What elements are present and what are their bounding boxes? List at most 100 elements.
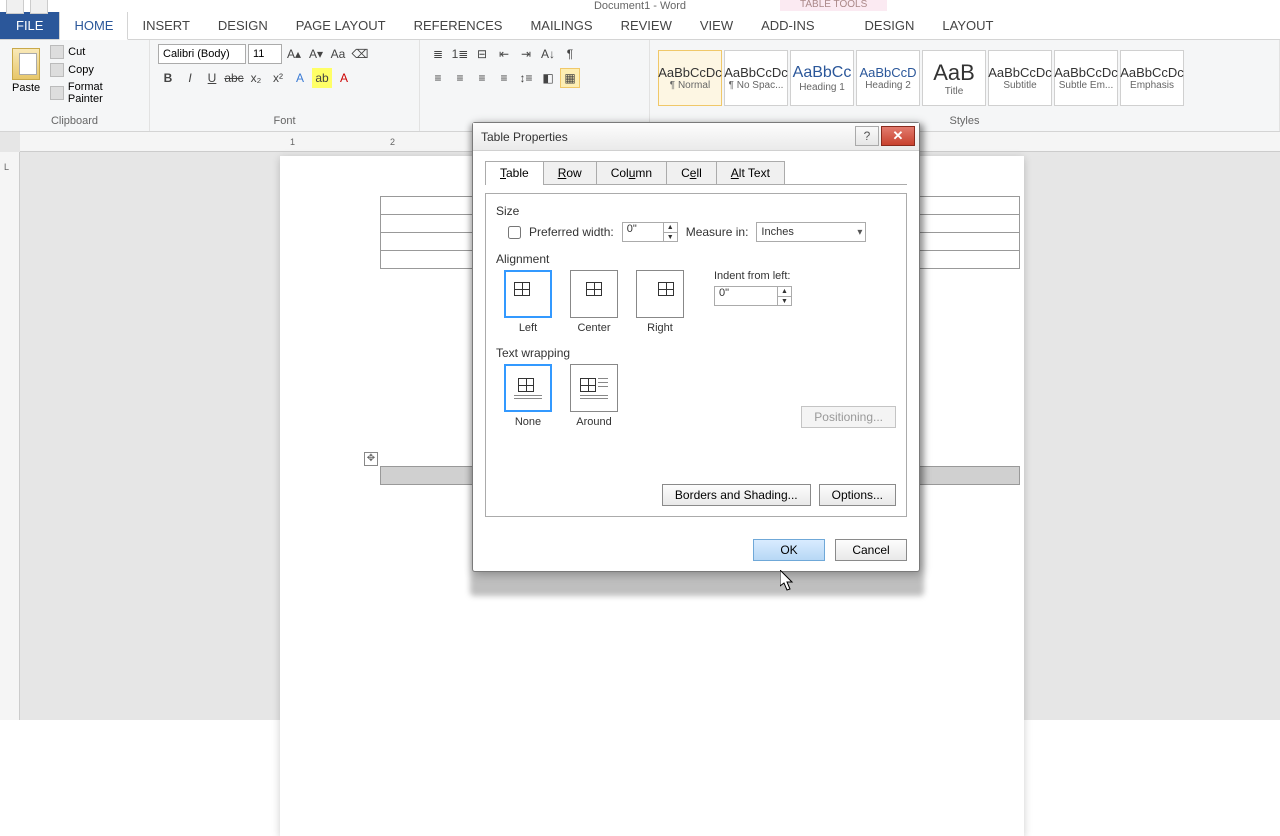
alignment-center-option[interactable] — [570, 270, 618, 318]
underline-button[interactable]: U — [202, 68, 222, 88]
font-size-select[interactable] — [248, 44, 282, 64]
tab-pagelayout[interactable]: PAGE LAYOUT — [282, 12, 400, 39]
bullets-icon[interactable]: ≣ — [428, 44, 448, 64]
measure-in-select[interactable]: Inches — [756, 222, 866, 242]
table-move-handle-icon[interactable]: ✥ — [364, 452, 378, 466]
borders-shading-button[interactable]: Borders and Shading... — [662, 484, 811, 506]
dialog-tabs: Table Row Column Cell Alt Text — [485, 161, 907, 185]
preferred-width-checkbox[interactable] — [508, 226, 521, 239]
tab-insert[interactable]: INSERT — [128, 12, 203, 39]
clear-format-icon[interactable]: ⌫ — [350, 44, 370, 64]
dialog-tab-alttext[interactable]: Alt Text — [716, 161, 785, 184]
show-marks-icon[interactable]: ¶ — [560, 44, 580, 64]
shrink-font-icon[interactable]: A▾ — [306, 44, 326, 64]
format-painter-button[interactable]: Format Painter — [48, 80, 141, 106]
style-item-7[interactable]: AaBbCcDcEmphasis — [1120, 50, 1184, 106]
justify-icon[interactable]: ≡ — [494, 68, 514, 88]
tab-tabletools-design[interactable]: DESIGN — [851, 12, 929, 39]
tab-home[interactable]: HOME — [59, 11, 128, 40]
size-section-label: Size — [496, 204, 896, 218]
dialog-titlebar[interactable]: Table Properties ? ✕ — [473, 123, 919, 151]
change-case-icon[interactable]: Aa — [328, 44, 348, 64]
measure-in-label: Measure in: — [686, 225, 749, 239]
decrease-indent-icon[interactable]: ⇤ — [494, 44, 514, 64]
tab-mailings[interactable]: MAILINGS — [516, 12, 606, 39]
table-properties-dialog: Table Properties ? ✕ Table Row Column Ce… — [472, 122, 920, 572]
quick-access-toolbar — [6, 0, 48, 14]
preferred-width-input[interactable]: 0" ▲▼ — [622, 222, 678, 242]
file-tab[interactable]: FILE — [0, 12, 59, 39]
spin-down-icon[interactable]: ▼ — [664, 233, 677, 242]
font-color-icon[interactable]: A — [334, 68, 354, 88]
style-item-4[interactable]: AaBTitle — [922, 50, 986, 106]
ruler-mark: 2 — [390, 137, 395, 147]
shading-icon[interactable]: ◧ — [538, 68, 558, 88]
alignment-left-option[interactable] — [504, 270, 552, 318]
highlight-icon[interactable]: ab — [312, 68, 332, 88]
font-name-select[interactable] — [158, 44, 246, 64]
vertical-ruler: L — [0, 152, 20, 720]
ruler-mark: 1 — [290, 137, 295, 147]
align-center-icon[interactable]: ≡ — [450, 68, 470, 88]
sort-icon[interactable]: A↓ — [538, 44, 558, 64]
wrapping-around-option[interactable] — [570, 364, 618, 412]
dialog-tab-cell[interactable]: Cell — [666, 161, 717, 184]
style-item-3[interactable]: AaBbCcDHeading 2 — [856, 50, 920, 106]
alignment-right-option[interactable] — [636, 270, 684, 318]
wrapping-section-label: Text wrapping — [496, 346, 896, 360]
save-icon[interactable] — [6, 0, 24, 14]
dialog-tab-table[interactable]: Table — [485, 161, 544, 184]
borders-icon[interactable]: ▦ — [560, 68, 580, 88]
wrapping-none-option[interactable] — [504, 364, 552, 412]
cut-icon — [50, 45, 64, 59]
paste-label: Paste — [12, 82, 40, 94]
bold-button[interactable]: B — [158, 68, 178, 88]
indent-from-left-input[interactable]: 0" ▲▼ — [714, 286, 792, 306]
multilevel-icon[interactable]: ⊟ — [472, 44, 492, 64]
clipboard-group-label: Clipboard — [8, 113, 141, 127]
dialog-close-button[interactable]: ✕ — [881, 126, 915, 146]
paste-icon — [12, 48, 40, 80]
style-item-5[interactable]: AaBbCcDcSubtitle — [988, 50, 1052, 106]
tab-tabletools-layout[interactable]: LAYOUT — [928, 12, 1007, 39]
tab-design[interactable]: DESIGN — [204, 12, 282, 39]
styles-gallery[interactable]: AaBbCcDc¶ NormalAaBbCcDc¶ No Spac...AaBb… — [658, 44, 1271, 112]
superscript-button[interactable]: x² — [268, 68, 288, 88]
style-item-0[interactable]: AaBbCcDc¶ Normal — [658, 50, 722, 106]
dialog-tab-column[interactable]: Column — [596, 161, 667, 184]
wrapping-none-label: None — [515, 416, 541, 428]
line-spacing-icon[interactable]: ↕≡ — [516, 68, 536, 88]
align-left-icon[interactable]: ≡ — [428, 68, 448, 88]
tab-references[interactable]: REFERENCES — [400, 12, 517, 39]
cancel-button[interactable]: Cancel — [835, 539, 907, 561]
spin-up-icon[interactable]: ▲ — [664, 223, 677, 233]
ok-button[interactable]: OK — [753, 539, 825, 561]
style-item-2[interactable]: AaBbCcHeading 1 — [790, 50, 854, 106]
dialog-panel: Size Preferred width: 0" ▲▼ Measure in: … — [485, 193, 907, 517]
copy-button[interactable]: Copy — [48, 62, 141, 78]
spin-down-icon[interactable]: ▼ — [778, 297, 791, 306]
options-button[interactable]: Options... — [819, 484, 896, 506]
ribbon-tabs: FILE HOME INSERT DESIGN PAGE LAYOUT REFE… — [0, 12, 1280, 40]
paste-button[interactable]: Paste — [8, 44, 44, 98]
align-right-icon[interactable]: ≡ — [472, 68, 492, 88]
cut-button[interactable]: Cut — [48, 44, 141, 60]
style-item-1[interactable]: AaBbCcDc¶ No Spac... — [724, 50, 788, 106]
spin-up-icon[interactable]: ▲ — [778, 287, 791, 297]
text-effects-icon[interactable]: A — [290, 68, 310, 88]
tab-addins[interactable]: ADD-INS — [747, 12, 828, 39]
increase-indent-icon[interactable]: ⇥ — [516, 44, 536, 64]
subscript-button[interactable]: x₂ — [246, 68, 266, 88]
tab-review[interactable]: REVIEW — [607, 12, 686, 39]
numbering-icon[interactable]: 1≣ — [450, 44, 470, 64]
dialog-tab-row[interactable]: Row — [543, 161, 597, 184]
italic-button[interactable]: I — [180, 68, 200, 88]
tab-view[interactable]: VIEW — [686, 12, 747, 39]
dialog-help-button[interactable]: ? — [855, 126, 879, 146]
style-item-6[interactable]: AaBbCcDcSubtle Em... — [1054, 50, 1118, 106]
undo-icon[interactable] — [30, 0, 48, 14]
strike-button[interactable]: abc — [224, 68, 244, 88]
grow-font-icon[interactable]: A▴ — [284, 44, 304, 64]
alignment-section-label: Alignment — [496, 252, 896, 266]
indent-from-left-label: Indent from left: — [714, 270, 792, 282]
